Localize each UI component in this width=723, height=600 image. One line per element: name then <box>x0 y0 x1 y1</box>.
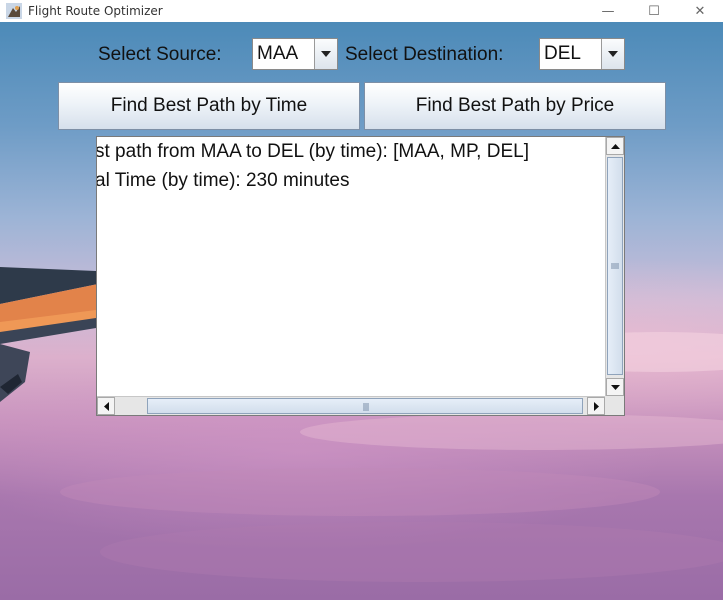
arrow-left-icon <box>103 401 109 411</box>
arrow-down-icon <box>610 384 620 390</box>
title-bar: Flight Route Optimizer — ☐ ✕ <box>0 0 723 22</box>
horizontal-scroll-thumb[interactable] <box>147 398 583 414</box>
chevron-down-icon[interactable] <box>601 39 624 69</box>
chevron-down-icon[interactable] <box>314 39 337 69</box>
scroll-right-button[interactable] <box>587 397 605 415</box>
scrollbar-corner <box>605 396 624 415</box>
source-value: MAA <box>257 43 299 64</box>
result-scroll-pane: st path from MAA to DEL (by time): [MAA,… <box>96 136 625 416</box>
destination-dropdown[interactable]: DEL <box>539 38 625 70</box>
scroll-left-button[interactable] <box>97 397 115 415</box>
horizontal-scrollbar[interactable] <box>97 396 605 415</box>
scroll-up-button[interactable] <box>606 137 624 155</box>
arrow-right-icon <box>593 401 599 411</box>
arrow-up-icon <box>610 143 620 149</box>
minimize-button[interactable]: — <box>585 0 631 22</box>
grip-icon <box>611 263 619 269</box>
destination-label: Select Destination: <box>345 44 504 65</box>
grip-icon <box>363 403 369 411</box>
result-line-path: st path from MAA to DEL (by time): [MAA,… <box>97 141 529 162</box>
result-line-time: al Time (by time): 230 minutes <box>97 170 350 191</box>
maximize-button[interactable]: ☐ <box>631 0 677 22</box>
source-dropdown[interactable]: MAA <box>252 38 338 70</box>
close-button[interactable]: ✕ <box>677 0 723 22</box>
window-title: Flight Route Optimizer <box>28 4 163 18</box>
destination-value: DEL <box>544 43 581 64</box>
vertical-scrollbar[interactable] <box>605 137 624 396</box>
vertical-scroll-thumb[interactable] <box>607 157 623 375</box>
result-text-area[interactable]: st path from MAA to DEL (by time): [MAA,… <box>97 137 605 396</box>
scroll-down-button[interactable] <box>606 378 624 396</box>
find-path-by-price-button[interactable]: Find Best Path by Price <box>364 82 666 130</box>
app-icon <box>6 3 22 19</box>
source-label: Select Source: <box>98 44 222 65</box>
find-path-by-time-button[interactable]: Find Best Path by Time <box>58 82 360 130</box>
